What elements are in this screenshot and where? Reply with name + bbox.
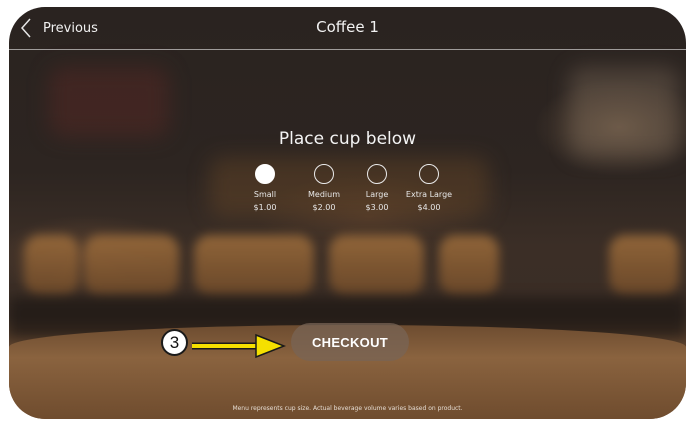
background-stool [84, 235, 179, 295]
size-price: $4.00 [417, 203, 441, 212]
radio-unselected [314, 164, 334, 184]
arrow-right-icon [192, 333, 287, 359]
background-stool [194, 235, 314, 295]
page-title: Coffee 1 [316, 18, 379, 36]
radio-selected [255, 164, 275, 184]
background-stool [24, 235, 79, 295]
background-stool [439, 235, 499, 295]
instruction-text: Place cup below [278, 129, 417, 149]
size-name: Extra Large [405, 190, 453, 199]
background-stool [329, 235, 424, 295]
step-number-badge: 3 [161, 329, 188, 356]
background-stool [609, 235, 679, 295]
top-bar: Previous Coffee 1 [9, 7, 686, 50]
size-option-extra-large[interactable]: Extra Large $4.00 [394, 164, 464, 212]
checkout-button[interactable]: CHECKOUT [291, 323, 409, 361]
kiosk-screen: Previous Coffee 1 Place cup below Small … [9, 7, 686, 419]
disclaimer-text: Menu represents cup size. Actual beverag… [232, 405, 463, 412]
radio-unselected [419, 164, 439, 184]
background-shelf-light [49, 67, 169, 137]
radio-unselected [367, 164, 387, 184]
